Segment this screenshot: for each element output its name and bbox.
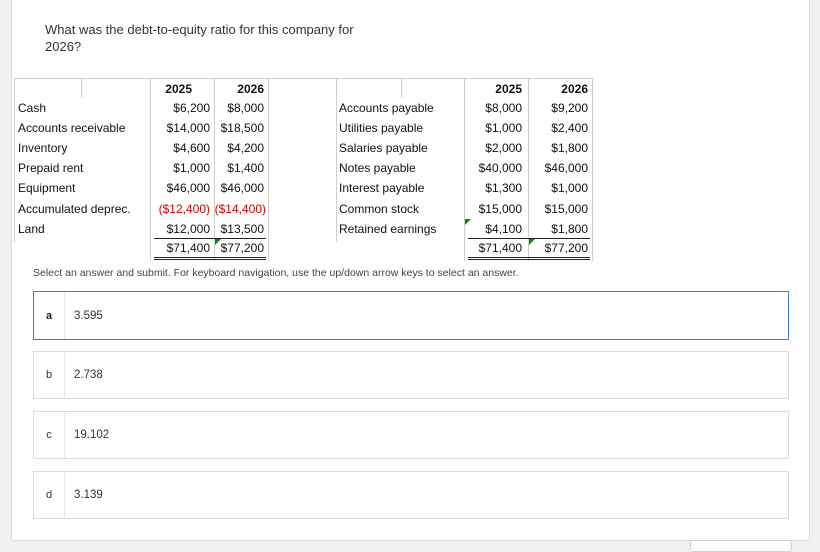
asset-label: Equipment [18, 181, 76, 195]
option-letter: a [34, 292, 65, 339]
liability-value-2026: $1,800 [551, 222, 588, 236]
asset-value-2025: $14,000 [166, 121, 210, 135]
liability-label: Notes payable [339, 161, 416, 175]
liability-value-2026: $46,000 [544, 161, 588, 175]
asset-value-2026: $4,200 [227, 141, 264, 155]
liability-label: Common stock [339, 202, 420, 216]
asset-total-2026: $77,200 [220, 241, 264, 255]
asset-value-2025-negative: ($12,400) [158, 202, 210, 216]
comment-marker-icon [465, 219, 471, 225]
comment-marker-icon [529, 239, 535, 245]
asset-label: Inventory [18, 141, 68, 155]
liability-value-2025: $2,000 [485, 141, 522, 155]
header-year-2025-right: 2025 [495, 82, 522, 96]
answer-option-b[interactable]: b 2.738 [33, 351, 789, 399]
liability-total-double-rule [468, 257, 590, 260]
asset-total-2025: $71,400 [166, 241, 210, 255]
answer-option-c[interactable]: c 19.102 [33, 411, 789, 459]
option-value: 3.595 [74, 309, 103, 322]
option-value: 19.102 [74, 429, 110, 441]
liability-value-2025: $8,000 [485, 101, 522, 115]
liability-value-2025: $1,300 [485, 181, 522, 195]
comment-marker-icon [215, 239, 221, 245]
asset-label: Cash [18, 101, 47, 115]
question-text: What was the debt-to-equity ratio for th… [45, 22, 354, 54]
liability-value-2026: $9,200 [551, 101, 588, 115]
asset-value-2026-negative: ($14,400) [214, 202, 266, 216]
liability-value-2025: $15,000 [478, 202, 522, 216]
asset-label: Land [18, 222, 45, 236]
asset-value-2026: $13,500 [220, 222, 264, 236]
asset-label: Accumulated deprec. [18, 202, 131, 216]
option-letter: c [34, 412, 65, 458]
asset-label: Prepaid rent [18, 161, 84, 175]
asset-value-2025: $1,000 [173, 161, 210, 175]
liability-label: Salaries payable [339, 141, 428, 155]
liability-label: Accounts payable [339, 101, 434, 115]
liability-label: Interest payable [339, 181, 425, 195]
asset-value-2025: $6,200 [173, 101, 210, 115]
submit-button[interactable] [690, 540, 792, 552]
asset-value-2025: $12,000 [166, 222, 210, 236]
asset-total-double-rule [154, 257, 266, 260]
liability-value-2025: $1,000 [485, 121, 522, 135]
option-value: 3.139 [74, 489, 103, 501]
header-year-2025-left: 2025 [165, 82, 192, 96]
answer-option-d[interactable]: d 3.139 [33, 471, 789, 519]
option-letter: b [34, 352, 65, 398]
answer-option-a[interactable]: a 3.595 [33, 291, 789, 340]
asset-value-2026: $46,000 [220, 181, 264, 195]
header-year-2026-right: 2026 [561, 82, 588, 96]
asset-total-rule [154, 238, 266, 239]
liability-value-2025: $40,000 [478, 161, 522, 175]
asset-value-2026: $8,000 [227, 101, 264, 115]
liability-total-2025: $71,400 [478, 241, 522, 255]
liability-value-2026: $1,000 [551, 181, 588, 195]
asset-label: Accounts receivable [18, 121, 126, 135]
liability-label: Utilities payable [339, 121, 424, 135]
option-value: 2.738 [74, 369, 103, 381]
answer-instructions: Select an answer and submit. For keyboar… [33, 267, 519, 279]
header-year-2026-left: 2026 [237, 82, 264, 96]
option-letter: d [34, 472, 65, 518]
liability-value-2026: $2,400 [551, 121, 588, 135]
liability-total-2026: $77,200 [544, 241, 588, 255]
liability-value-2026: $1,800 [551, 141, 588, 155]
asset-value-2025: $46,000 [166, 181, 210, 195]
asset-value-2025: $4,600 [173, 141, 210, 155]
asset-value-2026: $1,400 [227, 161, 264, 175]
liability-value-2026: $15,000 [544, 202, 588, 216]
liability-value-2025: $4,100 [485, 222, 522, 236]
balance-sheet-table: 2025 2026 2025 2026 Cash $6,200 $8,000 A… [14, 78, 594, 262]
liability-label: Retained earnings [339, 222, 437, 236]
asset-value-2026: $18,500 [220, 121, 264, 135]
